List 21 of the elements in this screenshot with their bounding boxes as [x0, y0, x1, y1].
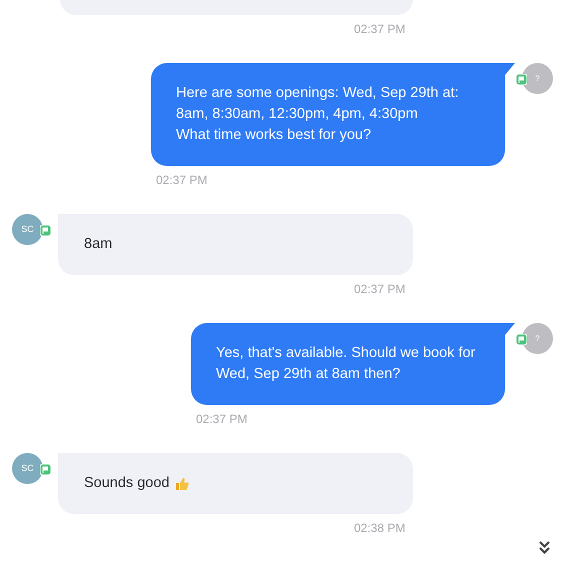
flag-badge-icon — [516, 334, 527, 345]
timestamp: 02:37 PM — [156, 173, 208, 187]
message-text: Yes, that's available. Should we book for — [216, 344, 476, 363]
flag-badge-icon — [516, 74, 527, 85]
timestamp: 02:37 PM — [354, 282, 406, 296]
timestamp: 02:38 PM — [354, 521, 406, 535]
message-text: Here are some openings: Wed, Sep 29th at: — [176, 84, 459, 103]
flag-badge-icon — [40, 464, 51, 475]
scroll-down-icon[interactable] — [538, 540, 551, 554]
timestamp: 02:37 PM — [196, 412, 248, 426]
message-text: Wed, Sep 29th at 8am then? — [216, 365, 400, 384]
message-text: What time works best for you? — [176, 126, 372, 145]
message-text: Sounds good — [84, 474, 170, 493]
avatar: SC — [12, 453, 43, 484]
message-text: 8am — [84, 235, 112, 254]
avatar: ? — [522, 63, 553, 94]
timestamp: 02:37 PM — [354, 22, 406, 36]
avatar: SC — [12, 214, 43, 245]
flag-badge-icon — [40, 225, 51, 236]
message-text: 8am, 8:30am, 12:30pm, 4pm, 4:30pm — [176, 105, 418, 124]
avatar: ? — [522, 323, 553, 354]
